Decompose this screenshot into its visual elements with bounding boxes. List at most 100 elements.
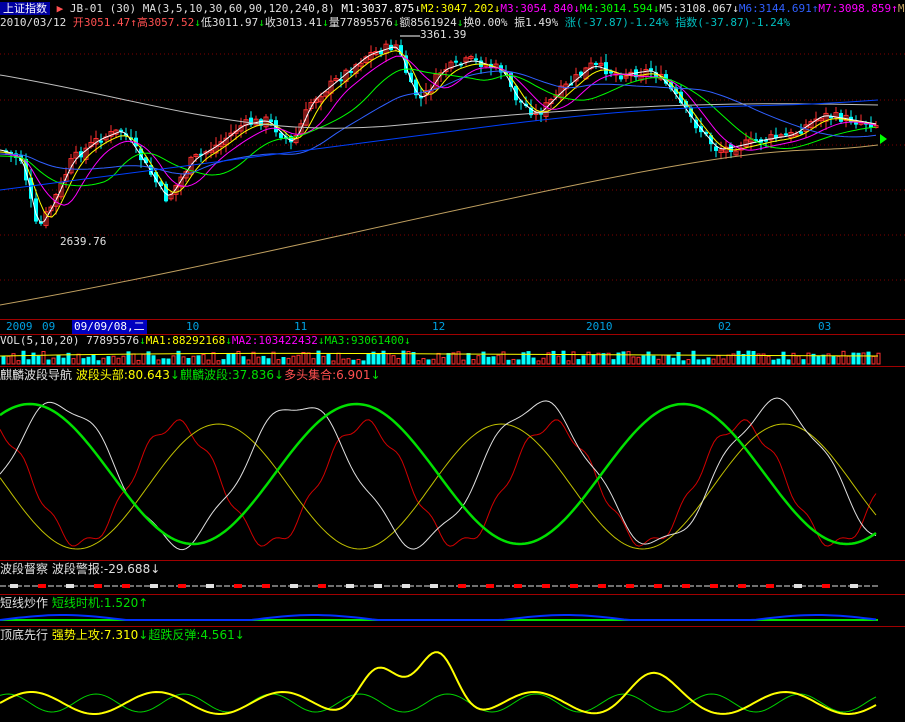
volume-bar xyxy=(151,355,156,365)
volume-bar xyxy=(361,360,366,365)
date-label: 10 xyxy=(186,320,200,333)
date-label: 12 xyxy=(432,320,446,333)
watch-legend: 波段督察 波段警报:-29.688↓ xyxy=(0,563,160,576)
volume-bar xyxy=(741,354,746,365)
volume-bar xyxy=(661,354,666,365)
volume-bar xyxy=(511,358,516,365)
volume-bar xyxy=(391,355,396,365)
volume-bar xyxy=(346,358,351,365)
volume-bar xyxy=(631,356,636,365)
rebound-value: 超跌反弹:4.561 xyxy=(148,628,235,642)
volume-bar xyxy=(51,357,56,365)
volume-bar xyxy=(866,351,871,365)
short-chart[interactable] xyxy=(0,611,905,626)
candle-body xyxy=(619,75,623,80)
volume-bar xyxy=(581,355,586,365)
attack-line xyxy=(0,651,877,716)
watch-panel-name[interactable]: 波段督察 xyxy=(0,562,48,576)
volume-bar xyxy=(691,350,696,365)
wave-line-red xyxy=(0,419,877,547)
volume-bar xyxy=(776,358,781,365)
ma-value: M6:3144.691↑ xyxy=(738,2,819,15)
volume-bar xyxy=(711,358,716,365)
volume-bar xyxy=(271,351,276,365)
volume-bar xyxy=(576,359,581,365)
volume-bar xyxy=(421,358,426,365)
volume-bar xyxy=(721,358,726,365)
watch-marker xyxy=(10,584,18,588)
volume-bar xyxy=(311,358,316,365)
ma-value: M5:3108.067↓ xyxy=(659,2,739,15)
short-legend: 短线炒作 短线时机:1.520↑ xyxy=(0,597,148,610)
panel-divider xyxy=(0,366,905,367)
volume-chart[interactable] xyxy=(0,346,905,366)
volume-bar xyxy=(706,357,711,365)
volume-bar xyxy=(251,351,256,365)
volume-bar xyxy=(646,351,651,365)
wave-chart[interactable] xyxy=(0,384,905,560)
volume-bar xyxy=(451,352,456,365)
ma-value: M2:3047.202↓ xyxy=(420,2,501,15)
volume-bar xyxy=(321,355,326,365)
play-icon[interactable]: ▶ xyxy=(57,2,64,15)
volume-bar xyxy=(141,353,146,365)
volume-bar xyxy=(396,357,401,365)
quote-date: 2010/03/12 xyxy=(0,16,67,29)
bottom-chart[interactable] xyxy=(0,644,905,722)
quote-change: 涨(-37.87)-1.24% xyxy=(564,16,669,29)
down-arrow-icon: ↓ xyxy=(150,562,161,576)
quote-close: 收3013.41 xyxy=(264,16,323,29)
volume-bar xyxy=(696,359,701,365)
volume-bar xyxy=(676,352,681,365)
volume-bar xyxy=(746,350,751,365)
volume-bar xyxy=(86,356,91,365)
volume-bar xyxy=(366,353,371,365)
index-name[interactable]: 上证指数 xyxy=(0,2,50,15)
volume-bar xyxy=(196,355,201,365)
bottom-panel-name[interactable]: 顶底先行 xyxy=(0,628,48,642)
volume-bar xyxy=(771,359,776,365)
volume-bar xyxy=(211,352,216,365)
down-arrow-icon: ↓ xyxy=(322,16,329,29)
volume-bar xyxy=(246,359,251,365)
watch-marker xyxy=(542,584,550,588)
price-chart[interactable] xyxy=(0,30,905,319)
watch-marker xyxy=(850,584,858,588)
volume-bar xyxy=(21,350,26,365)
down-arrow-icon: ↓ xyxy=(234,628,245,642)
quote-high: 高3057.52 xyxy=(136,16,195,29)
ma-value: M7:3098.859↑ xyxy=(818,2,898,15)
wave-top-value: 波段头部:80.643 xyxy=(75,368,170,382)
volume-bar xyxy=(526,351,531,365)
watch-marker xyxy=(486,584,494,588)
volume-bar xyxy=(601,353,606,365)
watch-chart[interactable] xyxy=(0,578,905,594)
watch-marker xyxy=(38,584,46,588)
quote-row: 2010/03/12 开3051.47↑高3057.52↓低3011.97↓收3… xyxy=(0,16,790,29)
watch-marker xyxy=(374,584,382,588)
volume-bar xyxy=(181,356,186,365)
watch-marker xyxy=(738,584,746,588)
volume-bar xyxy=(641,355,646,365)
ma-value: M1:3037.875↓ xyxy=(341,2,421,15)
volume-bar xyxy=(736,350,741,365)
date-axis[interactable]: 2009 09 09/09/08,二 10 11 12 2010 02 03 xyxy=(0,319,905,335)
quote-low: 低3011.97 xyxy=(200,16,259,29)
volume-bar xyxy=(801,359,806,365)
watch-marker xyxy=(654,584,662,588)
wave-bull-value: 多头集合:6.901 xyxy=(284,368,371,382)
panel-divider xyxy=(0,594,905,595)
volume-bar xyxy=(726,354,731,365)
volume-bar xyxy=(571,351,576,365)
volume-bar xyxy=(536,360,541,365)
volume-bar xyxy=(431,358,436,365)
volume-bar xyxy=(261,355,266,365)
indicator-name[interactable]: JB-01 (30) xyxy=(70,2,136,15)
up-arrow-icon: ↑ xyxy=(138,596,149,610)
wave-panel-name[interactable]: 麒麟波段导航 xyxy=(0,368,72,382)
volume-bar xyxy=(256,356,261,365)
low-price-label: 2639.76 xyxy=(60,235,107,248)
watch-marker xyxy=(94,584,102,588)
short-panel-name[interactable]: 短线炒作 xyxy=(0,596,48,610)
volume-bar xyxy=(76,353,81,365)
